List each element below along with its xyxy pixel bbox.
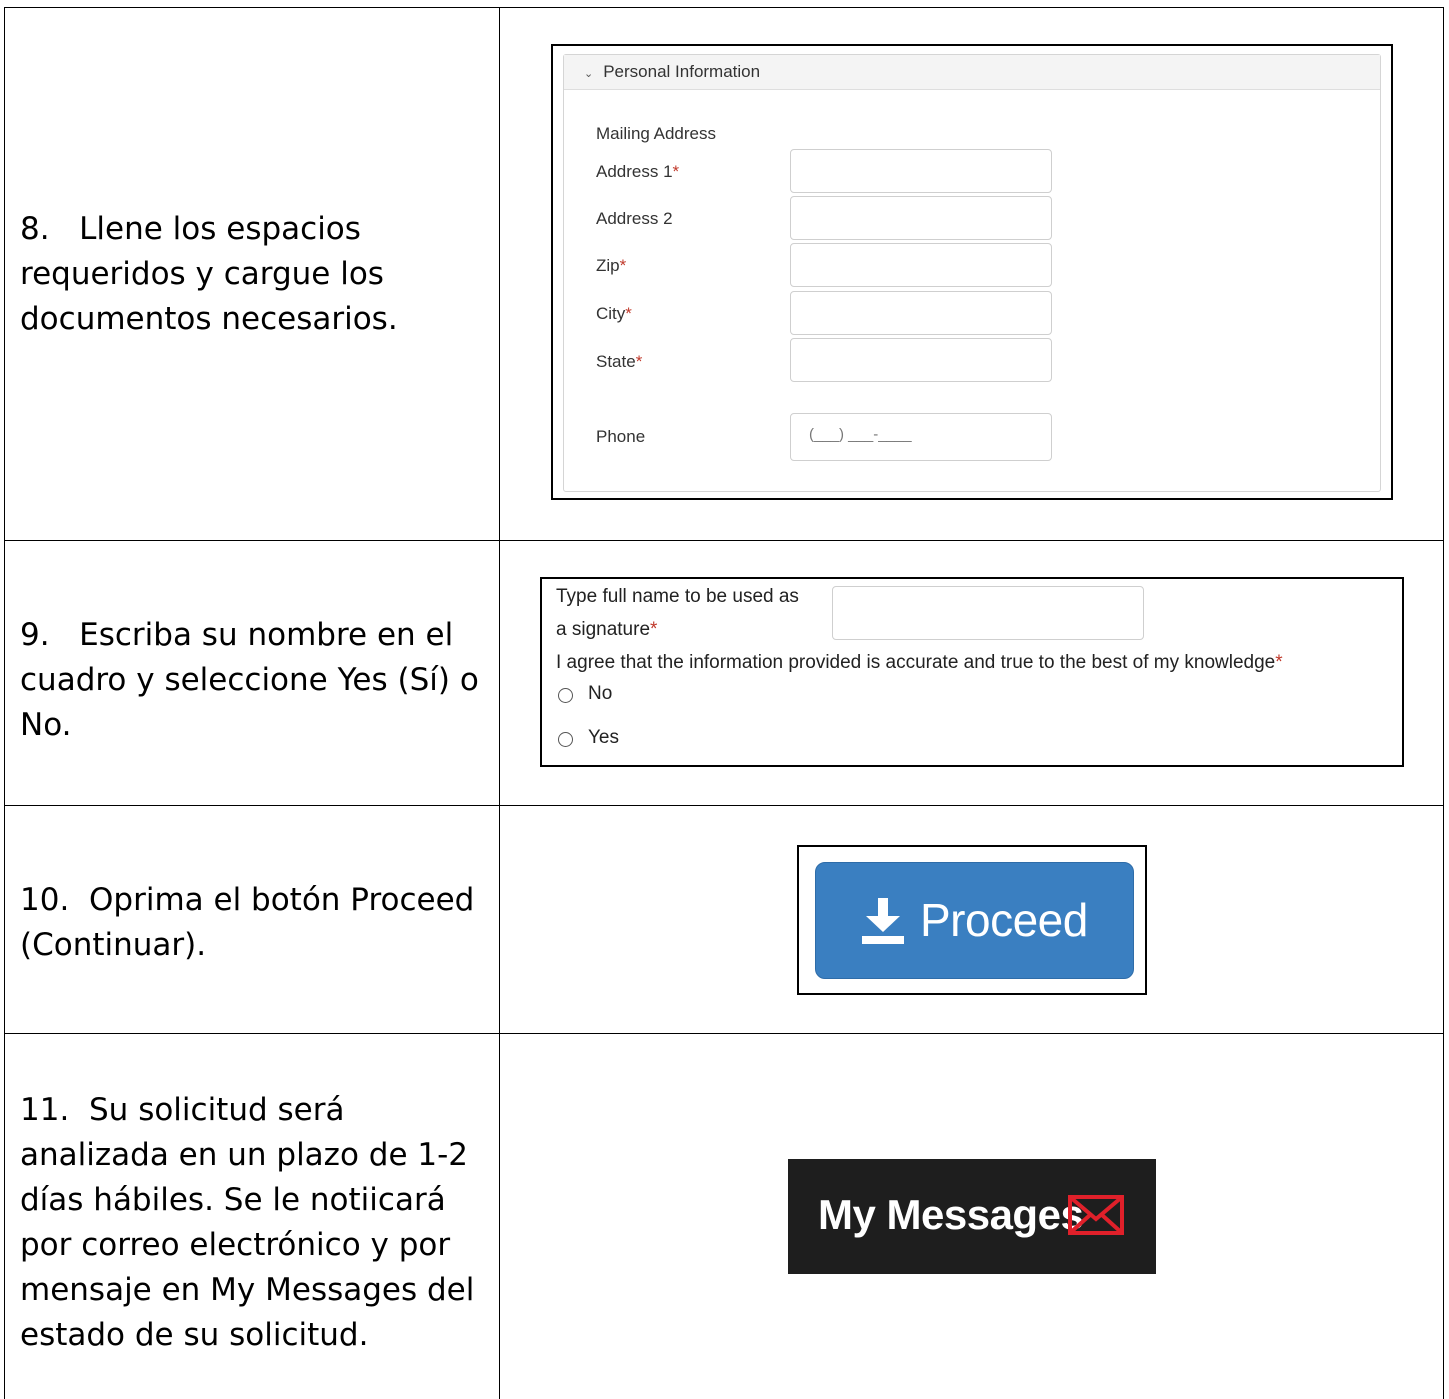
phone-label: Phone xyxy=(596,427,646,446)
required-mark: * xyxy=(1275,652,1283,673)
address2-label: Address 2 xyxy=(596,209,673,228)
signature-label-line1: Type full name to be used as xyxy=(556,586,799,607)
zip-input[interactable] xyxy=(790,243,1052,287)
proceed-button[interactable]: Proceed xyxy=(815,862,1134,979)
personal-info-panel: ⌄ Personal Information Mailing Address Ad… xyxy=(563,54,1381,492)
required-mark: * xyxy=(619,256,627,275)
phone-input[interactable]: (___) ___-____ xyxy=(790,413,1052,461)
address1-label: Address 1* xyxy=(596,162,680,181)
row-divider xyxy=(5,805,1443,806)
row-divider xyxy=(5,1033,1443,1034)
required-mark: * xyxy=(635,352,643,371)
signature-screenshot: Type full name to be used as a signature… xyxy=(540,577,1404,767)
chevron-down-icon: ⌄ xyxy=(584,68,594,80)
radio-no[interactable] xyxy=(558,688,573,703)
required-mark: * xyxy=(625,304,632,323)
city-label: City* xyxy=(596,304,632,323)
required-mark: * xyxy=(650,619,658,640)
radio-no-label[interactable]: No xyxy=(588,683,612,705)
envelope-icon xyxy=(1068,1195,1124,1235)
proceed-label: Proceed xyxy=(920,894,1088,946)
personal-info-screenshot: ⌄ Personal Information Mailing Address Ad… xyxy=(551,44,1393,500)
radio-yes[interactable] xyxy=(558,732,573,747)
step-10-text: 10. Oprima el botón Proceed (Continuar). xyxy=(20,882,475,963)
proceed-screenshot: Proceed xyxy=(797,845,1147,995)
column-divider xyxy=(499,8,500,1399)
row-divider xyxy=(5,540,1443,541)
state-label: State* xyxy=(596,352,643,371)
signature-label-line2: a signature* xyxy=(556,619,658,640)
signature-input[interactable] xyxy=(832,586,1144,640)
required-mark: * xyxy=(672,162,680,181)
address2-input[interactable] xyxy=(790,196,1052,240)
state-input[interactable] xyxy=(790,338,1052,382)
personal-info-header[interactable]: ⌄ Personal Information xyxy=(564,55,1380,90)
my-messages-label: My Messages xyxy=(818,1191,1084,1238)
my-messages-screenshot[interactable]: My Messages xyxy=(788,1159,1156,1274)
personal-info-title: Personal Information xyxy=(603,62,761,81)
zip-label: Zip* xyxy=(596,256,627,275)
radio-yes-label[interactable]: Yes xyxy=(588,727,619,749)
phone-placeholder: (___) ___-____ xyxy=(809,426,912,443)
mailing-address-label: Mailing Address xyxy=(596,124,717,143)
download-icon xyxy=(862,898,904,944)
step-11-text: 11. Su solicitud será analizada en un pl… xyxy=(20,1092,475,1353)
agree-statement: I agree that the information provided is… xyxy=(556,652,1283,673)
city-input[interactable] xyxy=(790,291,1052,335)
step-9-text: 9. Escriba su nombre en el cuadro y sele… xyxy=(20,617,479,743)
address1-input[interactable] xyxy=(790,149,1052,193)
step-8-text: 8. Llene los espacios requeridos y cargu… xyxy=(20,211,398,337)
